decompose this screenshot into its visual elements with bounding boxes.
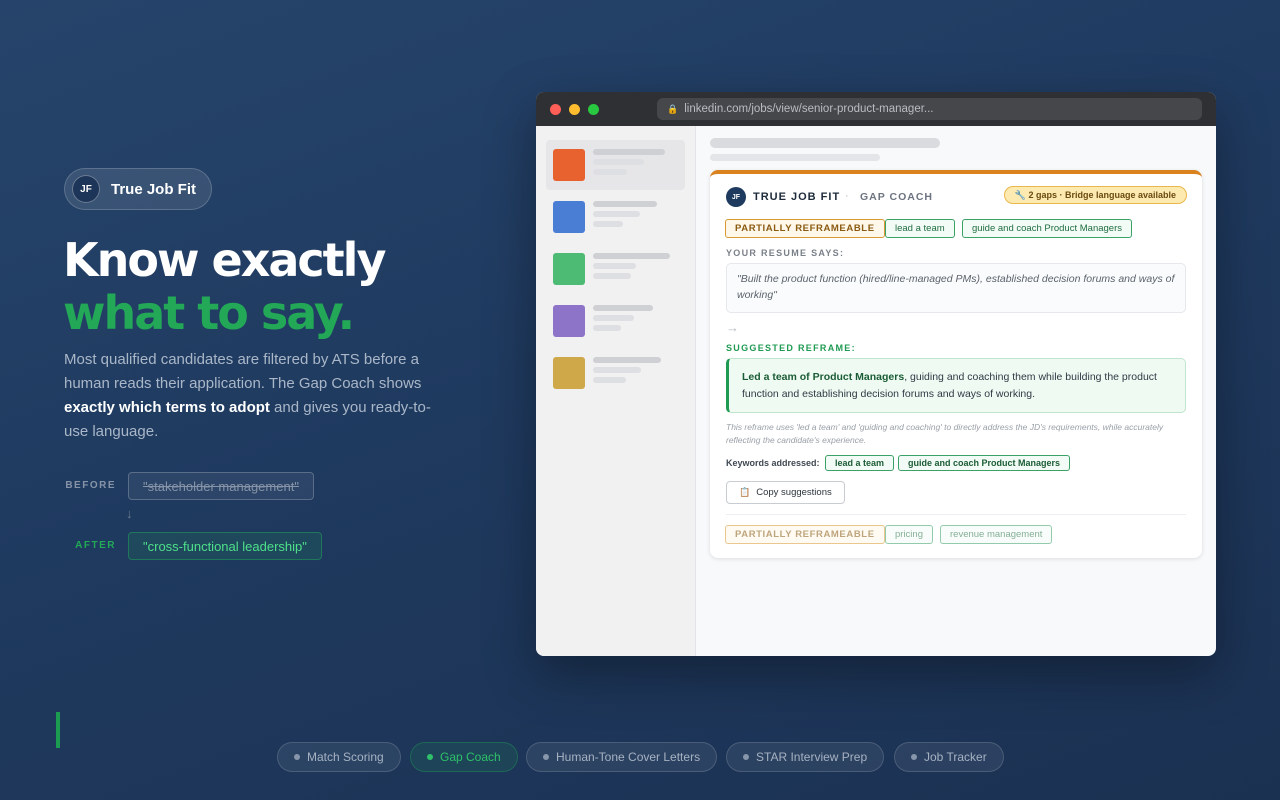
after-label: AFTER [75, 540, 116, 551]
dot-icon [294, 754, 300, 760]
addressed-keyword-chip: guide and coach Product Managers [898, 455, 1071, 471]
dot-icon [427, 754, 433, 760]
suggested-reframe-label: SUGGESTED REFRAME: [726, 343, 856, 353]
feature-label: Job Tracker [924, 750, 987, 764]
before-example: "stakeholder management" [128, 472, 314, 500]
browser-titlebar: 🔒 linkedin.com/jobs/view/senior-product-… [536, 92, 1216, 126]
feature-tab-job-tracker[interactable]: Job Tracker [894, 742, 1004, 772]
dot-icon [543, 754, 549, 760]
url-text: linkedin.com/jobs/view/senior-product-ma… [684, 103, 934, 115]
address-bar[interactable]: 🔒 linkedin.com/jobs/view/senior-product-… [657, 98, 1202, 120]
brand-name: True Job Fit [111, 180, 197, 198]
panel-title: TRUE JOB FIT [753, 191, 841, 203]
after-example: "cross-functional leadership" [128, 532, 322, 560]
before-label: BEFORE [65, 480, 116, 491]
job-title-placeholder [710, 138, 940, 148]
lead-text-bold: exactly which terms to adopt [64, 399, 270, 416]
job-list-item[interactable] [546, 244, 685, 294]
lock-icon: 🔒 [667, 103, 679, 114]
addressed-keyword-chip: lead a team [825, 455, 895, 471]
browser-window: 🔒 linkedin.com/jobs/view/senior-product-… [536, 92, 1216, 656]
job-list-item[interactable] [546, 140, 685, 190]
keyword-chip: lead a team [885, 219, 955, 238]
feature-label: STAR Interview Prep [756, 750, 868, 764]
company-logo [553, 253, 585, 285]
copy-suggestions-label: Copy suggestions [756, 487, 832, 498]
gaps-badge: 🔧 2 gaps · Bridge language available [1003, 186, 1187, 204]
hero-description: Most qualified candidates are filtered b… [64, 348, 449, 444]
keyword-chip: revenue management [940, 525, 1053, 544]
keyword-chip: guide and coach Product Managers [962, 219, 1132, 238]
arrow-right-icon: → [726, 320, 739, 335]
headline-line-2: what to say. [63, 286, 355, 340]
minimize-window-button[interactable] [569, 104, 580, 115]
maximize-window-button[interactable] [588, 104, 599, 115]
hero-headline: Know exactly what to say. [63, 233, 386, 340]
clipboard-icon: 📋 [739, 487, 751, 497]
dot-icon [743, 754, 749, 760]
brand-logo: JF [72, 175, 100, 203]
feature-tab-gap-coach[interactable]: Gap Coach [410, 742, 518, 772]
panel-separator: · [845, 190, 849, 202]
copy-suggestions-button[interactable]: 📋 Copy suggestions [726, 481, 845, 504]
feature-label: Match Scoring [307, 750, 384, 764]
feature-label: Human-Tone Cover Letters [556, 750, 701, 764]
feature-tab-star-interview-prep[interactable]: STAR Interview Prep [726, 742, 885, 772]
gap-divider [726, 514, 1186, 515]
company-logo [553, 201, 585, 233]
reframe-bold: Led a team of Product Managers [742, 371, 905, 383]
job-detail-content: JF TRUE JOB FIT · GAP COACH 🔧 2 gaps · B… [696, 126, 1216, 656]
reframe-note: This reframe uses 'led a team' and 'guid… [726, 422, 1164, 445]
job-list-sidebar [536, 126, 696, 656]
keyword-chip: pricing [885, 525, 933, 544]
resume-says-label: YOUR RESUME SAYS: [726, 248, 845, 258]
job-meta-placeholder [710, 154, 880, 161]
company-logo [553, 305, 585, 337]
status-badge: PARTIALLY REFRAMEABLE [725, 219, 885, 238]
panel-logo: JF [726, 187, 746, 207]
gap-coach-panel: JF TRUE JOB FIT · GAP COACH 🔧 2 gaps · B… [710, 170, 1202, 558]
suggested-reframe: Led a team of Product Managers, guiding … [726, 358, 1186, 413]
resume-excerpt: "Built the product function (hired/line-… [726, 263, 1186, 313]
feature-tab-match-scoring[interactable]: Match Scoring [277, 742, 401, 772]
feature-tab-cover-letters[interactable]: Human-Tone Cover Letters [526, 742, 718, 772]
dot-icon [911, 754, 917, 760]
accent-bar [56, 712, 60, 748]
brand-pill: JF True Job Fit [64, 168, 212, 210]
close-window-button[interactable] [550, 104, 561, 115]
job-list-item[interactable] [546, 348, 685, 398]
feature-label: Gap Coach [440, 750, 501, 764]
panel-subtitle: GAP COACH [860, 191, 933, 203]
company-logo [553, 149, 585, 181]
company-logo [553, 357, 585, 389]
job-list-item[interactable] [546, 192, 685, 242]
lead-text-1: Most qualified candidates are filtered b… [64, 351, 422, 392]
job-list-item[interactable] [546, 296, 685, 346]
status-badge: PARTIALLY REFRAMEABLE [725, 525, 885, 544]
headline-line-1: Know exactly [63, 233, 386, 287]
keywords-addressed-label: Keywords addressed: [726, 458, 820, 468]
down-arrow-icon: ↓ [126, 506, 133, 521]
